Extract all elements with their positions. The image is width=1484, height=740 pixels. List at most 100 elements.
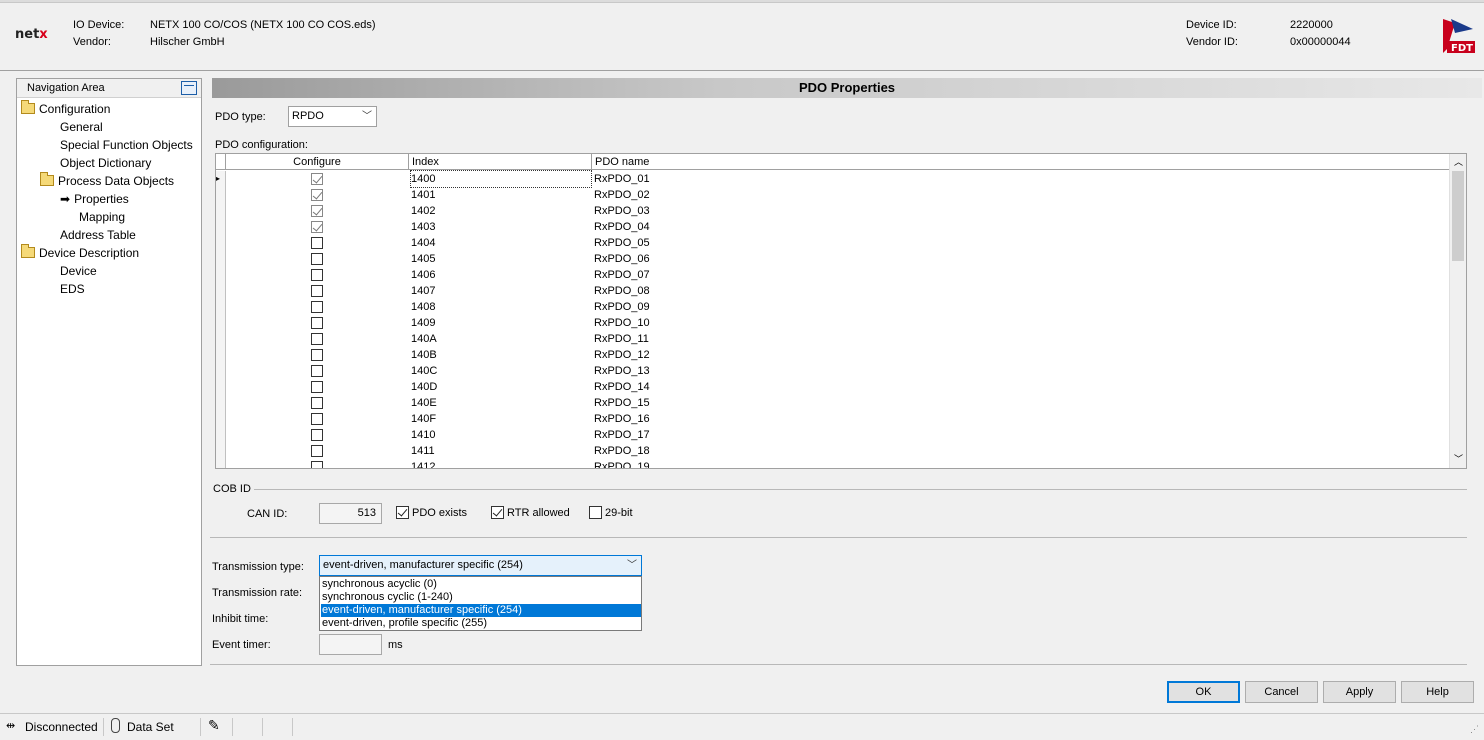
- table-row[interactable]: 1405 RxPDO_06: [216, 251, 1450, 267]
- pdo-name-cell[interactable]: RxPDO_10: [594, 315, 650, 331]
- resize-grip-icon[interactable]: ⋰: [1470, 724, 1479, 735]
- pdo-name-cell[interactable]: RxPDO_16: [594, 411, 650, 427]
- ok-button[interactable]: OK: [1167, 681, 1240, 703]
- configure-checkbox[interactable]: [311, 429, 323, 441]
- row-header[interactable]: [216, 251, 226, 267]
- tree-item-object-dictionary[interactable]: Object Dictionary: [60, 154, 151, 172]
- configure-checkbox[interactable]: [311, 189, 323, 201]
- configure-checkbox[interactable]: [311, 237, 323, 249]
- index-cell[interactable]: 1410: [411, 427, 435, 443]
- table-row[interactable]: 140A RxPDO_11: [216, 331, 1450, 347]
- pdo-name-cell[interactable]: RxPDO_12: [594, 347, 650, 363]
- table-row[interactable]: 1407 RxPDO_08: [216, 283, 1450, 299]
- index-cell[interactable]: 140E: [411, 395, 437, 411]
- row-header[interactable]: [216, 411, 226, 427]
- row-header[interactable]: [216, 283, 226, 299]
- table-row[interactable]: 1409 RxPDO_10: [216, 315, 1450, 331]
- column-header-index[interactable]: Index: [409, 154, 592, 170]
- row-header[interactable]: [216, 363, 226, 379]
- can-id-field[interactable]: 513: [319, 503, 382, 524]
- row-header[interactable]: [216, 267, 226, 283]
- index-cell[interactable]: 1403: [411, 219, 435, 235]
- pdo-configuration-grid[interactable]: Configure Index PDO name ▸ 1400 RxPDO_01 14…: [215, 153, 1467, 469]
- table-row[interactable]: 1406 RxPDO_07: [216, 267, 1450, 283]
- pdo-name-cell[interactable]: RxPDO_13: [594, 363, 650, 379]
- row-header[interactable]: [216, 395, 226, 411]
- table-row[interactable]: 1401 RxPDO_02: [216, 187, 1450, 203]
- pdo-name-cell[interactable]: RxPDO_11: [594, 331, 649, 347]
- transmission-type-select[interactable]: event-driven, manufacturer specific (254…: [319, 555, 642, 576]
- configure-checkbox[interactable]: [311, 205, 323, 217]
- row-header[interactable]: [216, 331, 226, 347]
- configure-checkbox[interactable]: [311, 461, 323, 468]
- row-header[interactable]: [216, 203, 226, 219]
- vertical-scrollbar[interactable]: ︿ ﹀: [1449, 154, 1466, 468]
- index-cell[interactable]: 140F: [411, 411, 436, 427]
- pdo-name-cell[interactable]: RxPDO_15: [594, 395, 650, 411]
- cancel-button[interactable]: Cancel: [1245, 681, 1318, 703]
- 29-bit-checkbox[interactable]: [589, 506, 602, 519]
- configure-checkbox[interactable]: [311, 349, 323, 361]
- row-header[interactable]: [216, 459, 226, 468]
- configure-checkbox[interactable]: [311, 269, 323, 281]
- table-row[interactable]: 1404 RxPDO_05: [216, 235, 1450, 251]
- configure-checkbox[interactable]: [311, 445, 323, 457]
- table-row[interactable]: 140C RxPDO_13: [216, 363, 1450, 379]
- pdo-name-cell[interactable]: RxPDO_14: [594, 379, 650, 395]
- tree-item-mapping[interactable]: Mapping: [79, 208, 125, 226]
- column-header-pdo-name[interactable]: PDO name: [592, 154, 1450, 170]
- pdo-name-cell[interactable]: RxPDO_19: [594, 459, 650, 468]
- dropdown-option[interactable]: event-driven, profile specific (255): [321, 617, 641, 630]
- row-header[interactable]: [216, 219, 226, 235]
- table-row[interactable]: 1403 RxPDO_04: [216, 219, 1450, 235]
- index-cell[interactable]: 140C: [411, 363, 437, 379]
- pdo-name-cell[interactable]: RxPDO_07: [594, 267, 650, 283]
- tree-item-general[interactable]: General: [60, 118, 103, 136]
- configure-checkbox[interactable]: [311, 365, 323, 377]
- table-row[interactable]: 140D RxPDO_14: [216, 379, 1450, 395]
- pdo-type-select[interactable]: RPDO ﹀: [288, 106, 377, 127]
- index-cell[interactable]: 1408: [411, 299, 435, 315]
- row-header[interactable]: [216, 187, 226, 203]
- configure-checkbox[interactable]: [311, 221, 323, 233]
- table-row[interactable]: 140F RxPDO_16: [216, 411, 1450, 427]
- scroll-up-icon[interactable]: ︿: [1454, 155, 1463, 168]
- index-cell[interactable]: 1405: [411, 251, 435, 267]
- dropdown-option[interactable]: synchronous cyclic (1-240): [321, 591, 641, 604]
- table-row[interactable]: 1402 RxPDO_03: [216, 203, 1450, 219]
- pdo-name-cell[interactable]: RxPDO_06: [594, 251, 650, 267]
- index-cell[interactable]: 1404: [411, 235, 435, 251]
- configure-checkbox[interactable]: [311, 173, 323, 185]
- apply-button[interactable]: Apply: [1323, 681, 1396, 703]
- tree-item-eds[interactable]: EDS: [60, 280, 85, 298]
- table-row[interactable]: 1411 RxPDO_18: [216, 443, 1450, 459]
- scrollbar-thumb[interactable]: [1452, 171, 1464, 261]
- index-cell[interactable]: 1400: [410, 170, 592, 188]
- scroll-down-icon[interactable]: ﹀: [1454, 452, 1463, 465]
- table-row[interactable]: 140B RxPDO_12: [216, 347, 1450, 363]
- index-cell[interactable]: 1411: [411, 443, 435, 459]
- row-header[interactable]: [216, 427, 226, 443]
- row-header[interactable]: ▸: [216, 171, 226, 187]
- dropdown-option-selected[interactable]: event-driven, manufacturer specific (254…: [321, 604, 641, 617]
- pdo-name-cell[interactable]: RxPDO_09: [594, 299, 650, 315]
- pdo-exists-checkbox[interactable]: [396, 506, 409, 519]
- tree-item-process-data-objects[interactable]: Process Data Objects: [40, 172, 174, 190]
- row-header[interactable]: [216, 347, 226, 363]
- configure-checkbox[interactable]: [311, 397, 323, 409]
- rtr-allowed-checkbox[interactable]: [491, 506, 504, 519]
- pdo-name-cell[interactable]: RxPDO_08: [594, 283, 650, 299]
- pdo-name-cell[interactable]: RxPDO_18: [594, 443, 650, 459]
- pdo-name-cell[interactable]: RxPDO_01: [594, 171, 650, 187]
- dropdown-option[interactable]: synchronous acyclic (0): [321, 578, 641, 591]
- tree-item-configuration[interactable]: Configuration: [21, 100, 110, 118]
- tree-item-special-function-objects[interactable]: Special Function Objects: [60, 136, 193, 154]
- table-row[interactable]: ▸ 1400 RxPDO_01: [216, 170, 1450, 188]
- index-cell[interactable]: 1407: [411, 283, 435, 299]
- tree-item-device[interactable]: Device: [60, 262, 97, 280]
- column-header-configure[interactable]: Configure: [226, 154, 409, 170]
- row-header[interactable]: [216, 299, 226, 315]
- row-header[interactable]: [216, 443, 226, 459]
- configure-checkbox[interactable]: [311, 381, 323, 393]
- index-cell[interactable]: 140A: [411, 331, 437, 347]
